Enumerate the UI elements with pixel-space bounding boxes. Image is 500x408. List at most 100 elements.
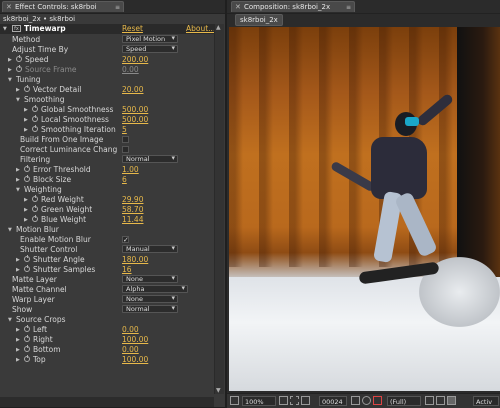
twirl-closed-icon[interactable]: ▶ — [24, 125, 28, 135]
twirl-closed-icon[interactable]: ▶ — [8, 55, 12, 65]
property-value[interactable]: 1.00 — [122, 165, 139, 175]
property-dropdown[interactable]: Pixel Motion — [122, 35, 178, 43]
property-value[interactable]: 58.70 — [122, 205, 143, 215]
property-row[interactable]: ▼ Source Crops — [0, 315, 210, 325]
twirl-closed-icon[interactable]: ▶ — [16, 265, 20, 275]
property-row[interactable]: ▶ Green Weight 58.70 — [0, 204, 210, 215]
twirl-closed-icon[interactable]: ▶ — [16, 175, 20, 185]
property-dropdown[interactable]: None — [122, 275, 178, 283]
stopwatch-icon[interactable] — [24, 254, 30, 262]
twirl-closed-icon[interactable]: ▶ — [24, 195, 28, 205]
property-row[interactable]: Show Normal — [0, 305, 210, 315]
twirl-closed-icon[interactable]: ▶ — [16, 345, 20, 355]
stopwatch-icon[interactable] — [32, 114, 38, 122]
property-dropdown[interactable]: Normal — [122, 155, 178, 163]
property-value[interactable]: 100.00 — [122, 335, 148, 345]
property-dropdown[interactable]: None — [122, 295, 178, 303]
twirl-closed-icon[interactable]: ▶ — [16, 85, 20, 95]
timecode-field[interactable]: 00024 — [319, 396, 347, 406]
property-row[interactable]: Matte Channel Alpha — [0, 285, 210, 295]
property-row[interactable]: ▶ Shutter Angle 180.00 — [0, 254, 210, 265]
twirl-closed-icon[interactable]: ▶ — [24, 215, 28, 225]
close-icon[interactable]: ✕ — [235, 2, 241, 13]
checkbox[interactable] — [122, 146, 129, 153]
twirl-closed-icon[interactable]: ▶ — [16, 335, 20, 345]
property-dropdown[interactable]: Alpha — [122, 285, 188, 293]
twirl-closed-icon[interactable]: ▶ — [8, 65, 12, 75]
property-row[interactable]: Build From One Image — [0, 135, 210, 145]
checkbox[interactable] — [122, 136, 129, 143]
property-row[interactable]: Adjust Time By Speed — [0, 45, 210, 55]
composition-breadcrumb[interactable]: sk8rboi_2x — [235, 14, 283, 26]
property-value[interactable]: 500.00 — [122, 115, 148, 125]
vertical-scrollbar[interactable]: ▲ ▼ — [214, 24, 224, 394]
about-link[interactable]: About... — [186, 24, 215, 34]
3d-view-icon[interactable] — [447, 396, 456, 405]
property-row[interactable]: ▶ Local Smoothness 500.00 — [0, 114, 210, 125]
toggle-mask-icon[interactable] — [436, 396, 445, 405]
show-channel-icon[interactable] — [362, 396, 371, 405]
composition-viewer[interactable] — [229, 27, 500, 391]
snapshot-icon[interactable] — [351, 396, 360, 405]
property-row[interactable]: ▼ Weighting — [0, 185, 210, 195]
checkbox-checked[interactable]: ✓ — [122, 236, 129, 244]
property-row[interactable]: ▼ Motion Blur — [0, 225, 210, 235]
property-row[interactable]: ▶ Shutter Samples 16 — [0, 264, 210, 275]
property-row[interactable]: ▶ Smoothing Iteration 5 — [0, 124, 210, 135]
stopwatch-icon[interactable] — [24, 264, 30, 272]
twirl-closed-icon[interactable]: ▶ — [16, 255, 20, 265]
transparency-grid-icon[interactable] — [301, 396, 310, 405]
tab-composition[interactable]: ✕ Composition: sk8rboi_2x ≡ — [231, 1, 355, 12]
stopwatch-icon[interactable] — [24, 84, 30, 92]
property-row[interactable]: ▶ Vector Detail 20.00 — [0, 84, 210, 95]
property-value[interactable]: 0.00 — [122, 325, 139, 335]
property-value[interactable]: 500.00 — [122, 105, 148, 115]
stopwatch-icon[interactable] — [16, 64, 22, 72]
property-value[interactable]: 20.00 — [122, 85, 143, 95]
twirl-open-icon[interactable]: ▼ — [16, 185, 20, 195]
property-row[interactable]: ▶ Global Smoothness 500.00 — [0, 104, 210, 115]
property-row[interactable]: ▶ Source Frame 0.00 — [0, 64, 210, 75]
horizontal-scrollbar[interactable] — [0, 397, 214, 407]
property-value[interactable]: 5 — [122, 125, 127, 135]
property-row[interactable]: Warp Layer None — [0, 295, 210, 305]
stopwatch-icon[interactable] — [32, 204, 38, 212]
property-row[interactable]: ▶ Error Threshold 1.00 — [0, 164, 210, 175]
fast-previews-icon[interactable] — [425, 396, 434, 405]
property-value[interactable]: 16 — [122, 265, 132, 275]
twirl-open-icon[interactable]: ▼ — [16, 95, 20, 105]
property-dropdown[interactable]: Manual — [122, 245, 178, 253]
twirl-open-icon[interactable]: ▼ — [3, 24, 7, 34]
always-preview-icon[interactable] — [230, 396, 239, 405]
twirl-open-icon[interactable]: ▼ — [8, 315, 12, 325]
property-row[interactable]: ▼ Smoothing — [0, 95, 210, 105]
property-value[interactable]: 200.00 — [122, 55, 148, 65]
property-row[interactable]: ▶ Bottom 0.00 — [0, 344, 210, 355]
twirl-closed-icon[interactable]: ▶ — [16, 165, 20, 175]
property-row[interactable]: ▶ Red Weight 29.90 — [0, 194, 210, 205]
twirl-closed-icon[interactable]: ▶ — [24, 105, 28, 115]
property-row[interactable]: ▶ Left 0.00 — [0, 324, 210, 335]
property-row[interactable]: Enable Motion Blur ✓ — [0, 235, 210, 245]
resolution-dropdown[interactable]: (Full) — [387, 396, 421, 406]
region-of-interest-icon[interactable] — [290, 396, 299, 405]
property-dropdown[interactable]: Speed — [122, 45, 178, 53]
stopwatch-icon[interactable] — [24, 344, 30, 352]
color-channels-icon[interactable] — [373, 396, 382, 405]
view-dropdown[interactable]: Activ — [473, 396, 499, 406]
panel-menu-icon[interactable]: ≡ — [115, 2, 120, 13]
panel-menu-icon[interactable]: ≡ — [346, 2, 351, 13]
effect-header-timewarp[interactable]: ▼ fx Timewarp Reset About... — [0, 24, 215, 34]
twirl-closed-icon[interactable]: ▶ — [16, 355, 20, 365]
stopwatch-icon[interactable] — [24, 324, 30, 332]
twirl-closed-icon[interactable]: ▶ — [24, 115, 28, 125]
stopwatch-icon[interactable] — [32, 194, 38, 202]
property-row[interactable]: Correct Luminance Chang — [0, 145, 210, 155]
twirl-closed-icon[interactable]: ▶ — [24, 205, 28, 215]
property-value[interactable]: 11.44 — [122, 215, 143, 225]
fx-toggle-icon[interactable]: fx — [12, 25, 21, 32]
property-row[interactable]: Shutter Control Manual — [0, 245, 210, 255]
twirl-open-icon[interactable]: ▼ — [8, 75, 12, 85]
twirl-open-icon[interactable]: ▼ — [8, 225, 12, 235]
tab-effect-controls[interactable]: ✕ Effect Controls: sk8rboi ≡ — [2, 1, 124, 12]
